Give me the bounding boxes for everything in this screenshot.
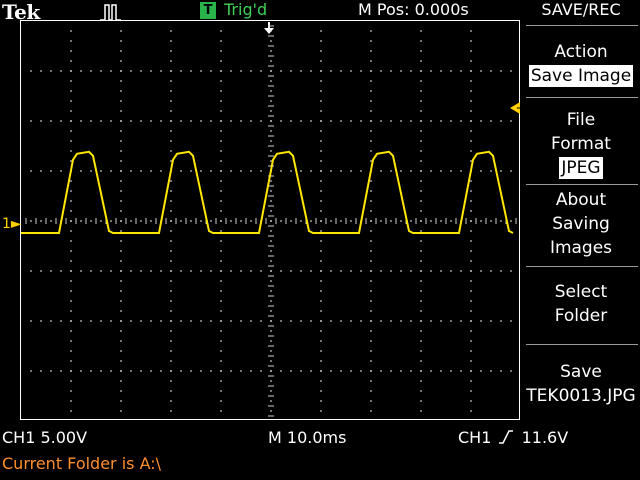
trigger-level: 11.6V [521, 428, 569, 447]
menu-divider [526, 266, 638, 267]
menu-item-value: Save Image [528, 65, 634, 87]
trigger-badge: T [200, 2, 216, 19]
menu-item-label: File [566, 110, 596, 130]
ch1-ground-marker: 1► [2, 216, 22, 232]
menu-item-label: Format [551, 134, 611, 154]
waveform-display [21, 25, 517, 417]
menu-item-save[interactable]: Save TEK0013.JPG [522, 360, 640, 408]
status-message: Current Folder is A:\ [2, 454, 162, 473]
menu-item-about-saving-images[interactable]: About Saving Images [522, 188, 640, 260]
menu-item-action[interactable]: Action Save Image [522, 40, 640, 88]
run-pulse-icon [100, 4, 121, 21]
timebase-readout: M 10.0ms [268, 428, 347, 447]
menu-item-label: Select [554, 282, 608, 302]
menu-item-label: Images [549, 238, 613, 258]
menu-item-select-folder[interactable]: Select Folder [522, 280, 640, 328]
ch1-ground-marker-label: 1 [2, 216, 11, 232]
menu-item-label: About [555, 190, 607, 210]
right-arrow-icon: ► [10, 216, 22, 232]
menu-divider [526, 25, 638, 26]
menu-title: SAVE/REC [541, 0, 621, 19]
trigger-level-marker [510, 102, 520, 114]
menu-divider [526, 97, 638, 98]
menu-item-label: Folder [554, 306, 608, 326]
ch1-trace [21, 150, 514, 234]
horizontal-position-readout: M Pos: 0.000s [358, 0, 469, 19]
menu-item-label: Saving [552, 214, 610, 234]
menu-divider [526, 184, 638, 185]
graticule [20, 20, 520, 420]
menu-item-value: JPEG [559, 157, 603, 179]
menu-item-filename: TEK0013.JPG [526, 386, 636, 406]
trigger-readout: CH1 11.6V [458, 428, 568, 447]
menu-item-label: Action [554, 42, 608, 62]
save-rec-menu: SAVE/REC Action Save Image File Format J… [522, 0, 640, 420]
trigger-status: Trig'd [224, 0, 268, 19]
trigger-source: CH1 [458, 428, 492, 447]
ch1-scale-readout: CH1 5.00V [2, 428, 88, 447]
menu-item-label: Save [560, 362, 602, 382]
rising-edge-icon [499, 430, 514, 444]
menu-divider [526, 344, 638, 345]
menu-item-file-format[interactable]: File Format JPEG [522, 108, 640, 180]
